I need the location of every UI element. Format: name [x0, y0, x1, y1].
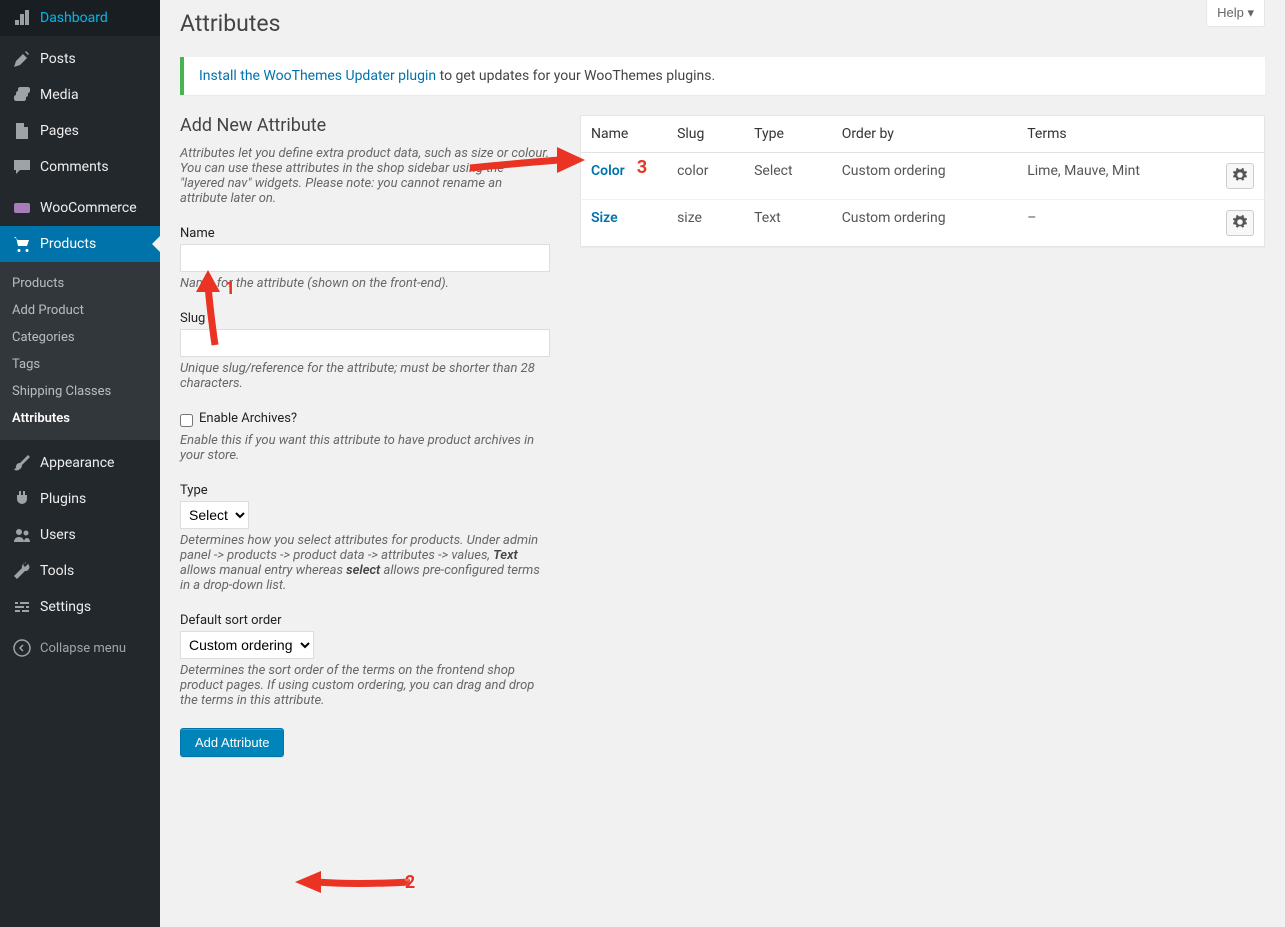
attribute-link-color[interactable]: Color — [591, 163, 625, 179]
collapse-label: Collapse menu — [40, 641, 126, 656]
archives-description: Enable this if you want this attribute t… — [180, 433, 550, 463]
slug-label: Slug — [180, 311, 550, 326]
name-description: Name for the attribute (shown on the fro… — [180, 276, 550, 291]
sidebar-item-comments[interactable]: Comments — [0, 149, 160, 185]
attribute-terms: Lime, Mauve, Mint — [1017, 153, 1216, 200]
submenu-item-attributes[interactable]: Attributes — [0, 405, 160, 432]
form-intro: Attributes let you define extra product … — [180, 146, 550, 206]
woocommerce-icon — [12, 198, 32, 218]
attributes-table-wrap: Name Slug Type Order by Terms Color colo… — [580, 115, 1265, 757]
sort-select[interactable]: Custom ordering — [180, 631, 314, 659]
col-terms: Terms — [1017, 116, 1216, 153]
add-attribute-button[interactable]: Add Attribute — [180, 728, 284, 757]
sort-label: Default sort order — [180, 613, 550, 628]
attribute-slug: size — [667, 200, 744, 247]
submenu-item-add-product[interactable]: Add Product — [0, 297, 160, 324]
slug-description: Unique slug/reference for the attribute;… — [180, 361, 550, 391]
attribute-type: Text — [744, 200, 832, 247]
sidebar-item-label: Appearance — [40, 454, 114, 472]
sidebar-item-label: Products — [40, 235, 96, 253]
users-icon — [12, 525, 32, 545]
sidebar-item-tools[interactable]: Tools — [0, 553, 160, 589]
sidebar-item-users[interactable]: Users — [0, 517, 160, 553]
configure-button[interactable] — [1226, 163, 1254, 189]
gear-icon — [1233, 168, 1247, 185]
type-label: Type — [180, 483, 550, 498]
sidebar-item-label: Users — [40, 526, 76, 544]
updater-notice: Install the WooThemes Updater plugin to … — [180, 57, 1265, 95]
sidebar-item-label: Comments — [40, 158, 109, 176]
admin-sidebar: Dashboard Posts Media Pages Comments Woo… — [0, 0, 160, 927]
gear-icon — [1233, 215, 1247, 232]
collapse-menu[interactable]: Collapse menu — [0, 630, 160, 666]
sidebar-item-posts[interactable]: Posts — [0, 41, 160, 77]
sidebar-item-label: Pages — [40, 122, 79, 140]
table-row: Size size Text Custom ordering – — [581, 200, 1265, 247]
sidebar-item-label: WooCommerce — [40, 199, 137, 217]
type-select[interactable]: Select — [180, 501, 249, 529]
submenu-item-tags[interactable]: Tags — [0, 351, 160, 378]
plugin-icon — [12, 489, 32, 509]
products-submenu: Products Add Product Categories Tags Shi… — [0, 262, 160, 440]
col-name: Name — [581, 116, 668, 153]
sidebar-item-label: Settings — [40, 598, 91, 616]
updater-link[interactable]: Install the WooThemes Updater plugin — [199, 68, 436, 84]
attribute-terms: – — [1017, 200, 1216, 247]
notice-rest: to get updates for your WooThemes plugin… — [436, 68, 715, 84]
help-label: Help — [1217, 5, 1244, 20]
type-description: Determines how you select attributes for… — [180, 533, 550, 593]
sidebar-item-pages[interactable]: Pages — [0, 113, 160, 149]
dashboard-icon — [12, 8, 32, 28]
help-tab[interactable]: Help ▾ — [1206, 0, 1265, 27]
archives-label: Enable Archives? — [199, 411, 297, 426]
attribute-orderby: Custom ordering — [832, 153, 1018, 200]
add-attribute-form: Add New Attribute Attributes let you def… — [180, 115, 550, 757]
brush-icon — [12, 453, 32, 473]
col-orderby: Order by — [832, 116, 1018, 153]
submenu-item-categories[interactable]: Categories — [0, 324, 160, 351]
wrench-icon — [12, 561, 32, 581]
sidebar-item-appearance[interactable]: Appearance — [0, 445, 160, 481]
sidebar-item-products[interactable]: Products — [0, 226, 160, 262]
sidebar-item-label: Tools — [40, 562, 74, 580]
annotation-badge-2: 2 — [400, 872, 420, 892]
name-input[interactable] — [180, 244, 550, 272]
col-type: Type — [744, 116, 832, 153]
submenu-item-products[interactable]: Products — [0, 270, 160, 297]
cart-icon — [12, 234, 32, 254]
media-icon — [12, 85, 32, 105]
sidebar-item-label: Dashboard — [40, 9, 108, 27]
form-heading: Add New Attribute — [180, 115, 550, 136]
page-icon — [12, 121, 32, 141]
sidebar-item-label: Plugins — [40, 490, 86, 508]
attributes-table: Name Slug Type Order by Terms Color colo… — [580, 115, 1265, 247]
name-label: Name — [180, 226, 550, 241]
configure-button[interactable] — [1226, 210, 1254, 236]
attribute-slug: color — [667, 153, 744, 200]
attribute-orderby: Custom ordering — [832, 200, 1018, 247]
sidebar-item-plugins[interactable]: Plugins — [0, 481, 160, 517]
slug-input[interactable] — [180, 329, 550, 357]
collapse-icon — [12, 638, 32, 658]
sidebar-item-label: Media — [40, 86, 79, 104]
sidebar-item-media[interactable]: Media — [0, 77, 160, 113]
sidebar-item-label: Posts — [40, 50, 76, 68]
sidebar-item-dashboard[interactable]: Dashboard — [0, 0, 160, 36]
main-content: Help ▾ Attributes Install the WooThemes … — [160, 0, 1285, 927]
sort-description: Determines the sort order of the terms o… — [180, 663, 550, 708]
pin-icon — [12, 49, 32, 69]
annotation-arrow-2 — [295, 865, 415, 903]
sliders-icon — [12, 597, 32, 617]
comment-icon — [12, 157, 32, 177]
table-row: Color color Select Custom ordering Lime,… — [581, 153, 1265, 200]
archives-checkbox[interactable] — [180, 414, 193, 427]
sidebar-item-settings[interactable]: Settings — [0, 589, 160, 625]
submenu-item-shipping[interactable]: Shipping Classes — [0, 378, 160, 405]
attribute-link-size[interactable]: Size — [591, 210, 618, 226]
page-title: Attributes — [180, 0, 1265, 42]
sidebar-item-woocommerce[interactable]: WooCommerce — [0, 190, 160, 226]
col-slug: Slug — [667, 116, 744, 153]
attribute-type: Select — [744, 153, 832, 200]
